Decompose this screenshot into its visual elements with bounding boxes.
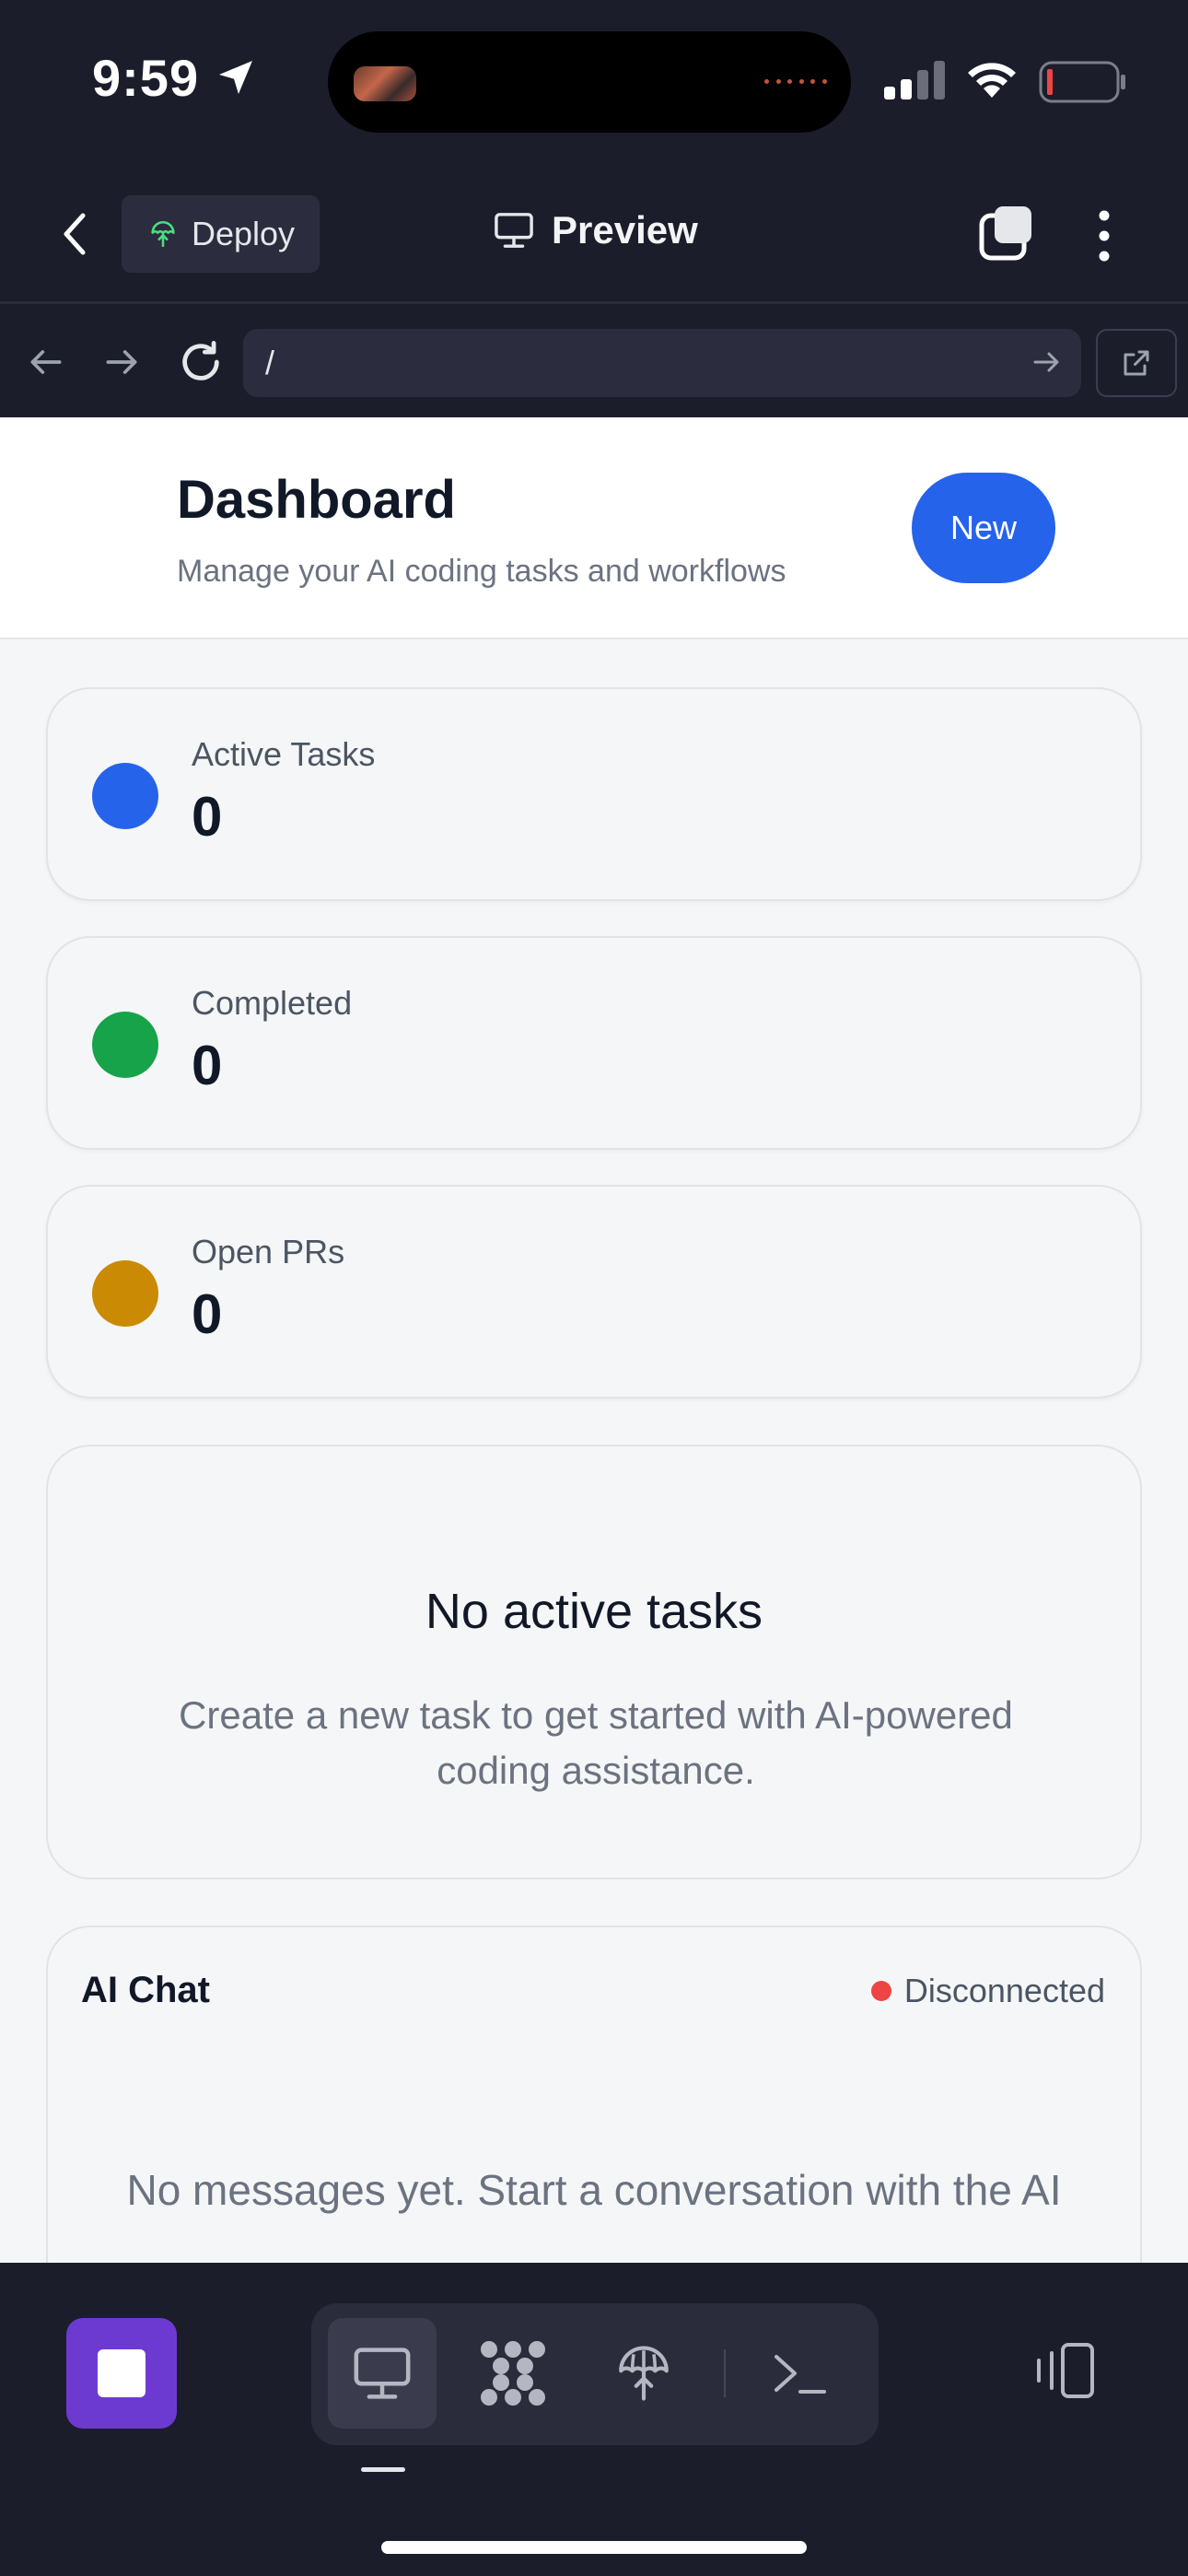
- back-chevron-icon[interactable]: [55, 208, 96, 260]
- chat-title: AI Chat: [81, 1970, 210, 2010]
- terminal-icon: [775, 2355, 826, 2394]
- page-header: Dashboard Manage your AI coding tasks an…: [0, 417, 1188, 639]
- page-title: Dashboard: [177, 470, 456, 530]
- tool-switcher: [311, 2303, 879, 2445]
- tool-terminal[interactable]: [746, 2318, 855, 2429]
- tool-pattern[interactable]: [459, 2318, 567, 2429]
- preview-title-label: Preview: [552, 208, 698, 252]
- url-input[interactable]: [243, 329, 1081, 397]
- monitor-icon: [354, 2348, 411, 2399]
- status-dot: [870, 1981, 891, 2001]
- stat-label: Completed: [192, 984, 353, 1022]
- ai-chat-card: AI Chat Disconnected No messages yet. St…: [46, 1926, 1142, 2263]
- preview-title: Preview: [493, 208, 698, 252]
- tool-preview[interactable]: [328, 2318, 437, 2429]
- external-link-icon: [1124, 350, 1149, 376]
- webview: Dashboard Manage your AI coding tasks an…: [0, 417, 1188, 2263]
- tool-separator: [724, 2349, 726, 2397]
- tabs-icon[interactable]: [978, 205, 1035, 262]
- active-tool-indicator: [361, 2467, 405, 2472]
- deploy-icon: [619, 2346, 669, 2401]
- stat-indicator: [92, 1260, 158, 1327]
- empty-state-title: No active tasks: [425, 1584, 763, 1639]
- stat-label: Open PRs: [192, 1233, 345, 1270]
- deploy-icon: [151, 221, 175, 248]
- more-vertical-icon[interactable]: [1090, 208, 1118, 263]
- pattern-icon: [481, 2341, 545, 2406]
- deploy-label: Deploy: [192, 215, 296, 252]
- page-subtitle: Manage your AI coding tasks and workflow…: [177, 554, 786, 589]
- stat-card-open-prs: Open PRs 0: [46, 1185, 1142, 1399]
- location-arrow-icon: [219, 61, 252, 94]
- status-time: 9:59: [92, 49, 200, 107]
- stat-indicator: [92, 763, 158, 829]
- tool-deploy[interactable]: [589, 2318, 698, 2429]
- activity-indicator-icon: [764, 79, 827, 85]
- open-external-button[interactable]: [1096, 329, 1177, 397]
- status-bar: 9:59: [0, 0, 1188, 157]
- stop-button[interactable]: [66, 2318, 177, 2429]
- connection-status: Disconnected: [870, 1972, 1105, 2010]
- monitor-icon: [495, 213, 533, 248]
- stop-icon: [98, 2349, 146, 2397]
- chat-empty-message: No messages yet. Start a conversation wi…: [126, 2166, 1062, 2214]
- app-header: Deploy Preview: [0, 157, 1188, 304]
- stat-label: Active Tasks: [192, 735, 376, 773]
- battery-low-icon: [1039, 61, 1125, 103]
- deploy-button[interactable]: Deploy: [122, 195, 320, 273]
- home-indicator: [381, 2541, 807, 2554]
- now-playing-thumbnail: [354, 66, 416, 101]
- connection-status-label: Disconnected: [903, 1972, 1105, 2009]
- empty-tasks-card: No active tasks Create a new task to get…: [46, 1445, 1142, 1879]
- dynamic-island: [328, 31, 851, 133]
- stat-card-completed: Completed 0: [46, 936, 1142, 1150]
- new-task-button[interactable]: New: [912, 473, 1055, 583]
- stat-indicator: [92, 1012, 158, 1078]
- arrow-right-icon[interactable]: [101, 342, 142, 382]
- reload-icon[interactable]: [177, 338, 225, 386]
- arrow-left-icon[interactable]: [26, 342, 66, 382]
- empty-state-description: Create a new task to get started with AI…: [179, 1693, 1013, 1792]
- stat-value: 0: [192, 786, 223, 848]
- bottom-toolbar: [0, 2263, 1188, 2576]
- stat-value: 0: [192, 1035, 223, 1096]
- cellular-signal-icon: [884, 61, 945, 100]
- wifi-icon: [968, 63, 1016, 98]
- stat-value: 0: [192, 1283, 223, 1345]
- stat-card-active-tasks: Active Tasks 0: [46, 687, 1142, 901]
- device-switch-icon[interactable]: [1031, 2342, 1098, 2399]
- browser-nav-bar: [0, 307, 1188, 417]
- go-arrow-icon[interactable]: [1030, 345, 1063, 379]
